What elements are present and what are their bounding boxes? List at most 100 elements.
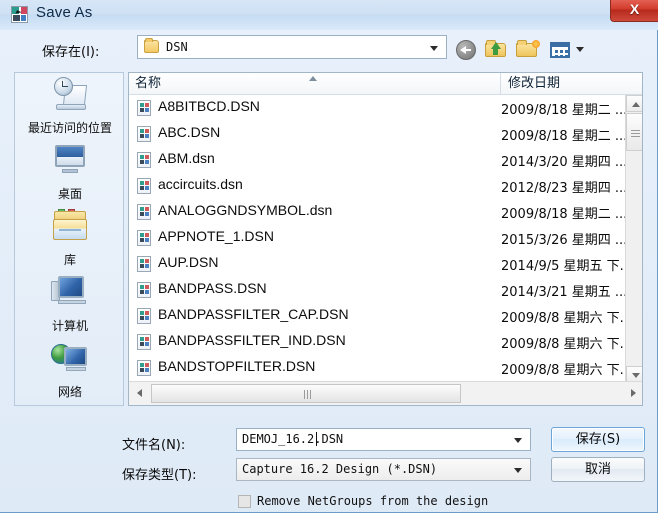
file-date: 2012/8/23 星期四 ... — [501, 181, 627, 196]
save-button[interactable]: 保存(S) — [551, 427, 645, 452]
chevron-up-icon — [632, 102, 640, 107]
sidebar-item-computer[interactable]: 计算机 — [15, 271, 125, 337]
file-date: 2015/3/26 星期四 ... — [501, 233, 627, 248]
sidebar-item-label: 桌面 — [57, 187, 82, 201]
remove-netgroups-label: Remove NetGroups from the design — [257, 494, 489, 508]
file-date: 2014/3/21 星期五 ... — [501, 285, 627, 300]
file-name: BANDPASSFILTER_IND.DSN — [158, 332, 346, 348]
file-type-combobox[interactable]: Capture 16.2 Design (*.DSN) — [236, 458, 531, 481]
table-row[interactable]: ANALOGGNDSYMBOL.dsn 2009/8/18 星期二 ... — [129, 199, 627, 225]
look-in-combobox[interactable]: DSN — [137, 35, 447, 59]
dsn-file-icon — [137, 256, 151, 272]
table-row[interactable]: AUP.DSN 2014/9/5 星期五 下... — [129, 251, 627, 277]
sidebar-item-label: 最近访问的位置 — [27, 121, 112, 135]
file-name: ANALOGGNDSYMBOL.dsn — [158, 202, 333, 218]
computer-icon — [50, 275, 90, 311]
file-name: accircuits.dsn — [158, 176, 243, 192]
sidebar-item-label: 计算机 — [51, 319, 88, 333]
sort-ascending-icon — [309, 76, 317, 81]
file-name-combobox[interactable]: DEMOJ_16.2.DSN — [236, 428, 531, 451]
file-type-value: Capture 16.2 Design (*.DSN) — [242, 462, 438, 476]
file-name: APPNOTE_1.DSN — [158, 228, 274, 244]
chevron-right-icon — [631, 389, 636, 397]
file-list-header: 名称 修改日期 — [129, 73, 642, 95]
folder-icon — [144, 38, 159, 53]
file-date: 2014/9/5 星期五 下... — [501, 259, 627, 274]
file-date: 2014/3/20 星期四 ... — [501, 155, 627, 170]
chevron-down-icon[interactable] — [514, 468, 522, 473]
file-date: 2009/8/8 星期六 下... — [501, 311, 627, 326]
file-name: BANDPASSFILTER_CAP.DSN — [158, 306, 349, 322]
views-dropdown-arrow-icon[interactable] — [576, 47, 584, 52]
desktop-icon — [50, 143, 90, 179]
libraries-icon — [50, 209, 90, 245]
dsn-file-icon — [137, 360, 151, 376]
window-title: Save As — [36, 4, 93, 21]
table-row[interactable]: accircuits.dsn 2012/8/23 星期四 ... — [129, 173, 627, 199]
recent-places-icon — [50, 77, 90, 113]
file-name: BANDPASS.DSN — [158, 280, 267, 296]
table-row[interactable]: BANDPASSFILTER_IND.DSN 2009/8/8 星期六 下... — [129, 329, 627, 355]
chevron-left-icon — [137, 389, 142, 397]
file-name: BANDSTOPFILTER.DSN — [158, 358, 316, 374]
table-row[interactable]: BANDPASS.DSN 2014/3/21 星期五 ... — [129, 277, 627, 303]
sidebar-item-recent-places[interactable]: 最近访问的位置 — [15, 73, 125, 139]
chevron-down-icon[interactable] — [514, 438, 522, 443]
file-name-label: 文件名(N): — [122, 438, 186, 453]
file-date: 2009/8/8 星期六 下... — [501, 337, 627, 352]
views-button[interactable] — [550, 40, 572, 60]
save-as-dialog: Save As X 保存在(I): DSN 最近访问的位置 桌面 库 计算机 网… — [0, 0, 658, 513]
table-row[interactable]: BANDPASSFILTER_CAP.DSN 2009/8/8 星期六 下... — [129, 303, 627, 329]
file-name: AUP.DSN — [158, 254, 219, 270]
dsn-file-icon — [137, 100, 151, 116]
file-name: ABC.DSN — [158, 124, 221, 140]
file-list: 名称 修改日期 A8BITBCD.DSN 2009/8/18 星期二 ... A… — [128, 72, 643, 406]
scroll-up-button[interactable] — [626, 95, 642, 112]
file-name: A8BITBCD.DSN — [158, 98, 260, 114]
app-icon — [11, 6, 28, 23]
horizontal-scroll-thumb[interactable] — [151, 384, 461, 403]
back-button[interactable] — [456, 40, 476, 60]
new-folder-button[interactable] — [516, 40, 540, 60]
chevron-down-icon — [430, 46, 438, 51]
network-icon — [50, 341, 90, 377]
dsn-file-icon — [137, 126, 151, 142]
dsn-file-icon — [137, 282, 151, 298]
look-in-label: 保存在(I): — [42, 45, 100, 60]
file-date: 2009/8/18 星期二 ... — [501, 103, 627, 118]
close-button[interactable]: X — [610, 0, 658, 22]
table-row[interactable]: ABC.DSN 2009/8/18 星期二 ... — [129, 121, 627, 147]
dsn-file-icon — [137, 308, 151, 324]
scroll-right-button[interactable] — [625, 384, 642, 403]
table-row[interactable]: BANDSTOPFILTER.DSN 2009/8/8 星期六 下... — [129, 355, 627, 381]
table-row[interactable]: ABM.dsn 2014/3/20 星期四 ... — [129, 147, 627, 173]
cancel-button[interactable]: 取消 — [551, 457, 645, 482]
column-header-date[interactable]: 修改日期 — [500, 73, 630, 95]
vertical-scroll-thumb[interactable] — [626, 113, 642, 151]
remove-netgroups-checkbox[interactable] — [238, 495, 251, 508]
dsn-file-icon — [137, 230, 151, 246]
file-name: ABM.dsn — [158, 150, 215, 166]
sidebar-item-network[interactable]: 网络 — [15, 337, 125, 403]
text-caret — [316, 432, 317, 446]
sidebar-item-label: 库 — [63, 253, 76, 267]
file-list-vertical-scrollbar[interactable] — [625, 95, 642, 383]
dsn-file-icon — [137, 178, 151, 194]
title-bar: Save As X — [0, 0, 658, 30]
table-row[interactable]: A8BITBCD.DSN 2009/8/18 星期二 ... — [129, 95, 627, 121]
sidebar-item-libraries[interactable]: 库 — [15, 205, 125, 271]
table-row[interactable]: APPNOTE_1.DSN 2015/3/26 星期四 ... — [129, 225, 627, 251]
sidebar-item-label: 网络 — [57, 385, 82, 399]
file-list-body[interactable]: A8BITBCD.DSN 2009/8/18 星期二 ... ABC.DSN 2… — [129, 95, 627, 383]
dsn-file-icon — [137, 152, 151, 168]
dsn-file-icon — [137, 204, 151, 220]
file-date: 2009/8/18 星期二 ... — [501, 129, 627, 144]
sidebar-item-desktop[interactable]: 桌面 — [15, 139, 125, 205]
look-in-value: DSN — [166, 40, 188, 54]
up-one-level-button[interactable] — [485, 40, 507, 60]
views-icon — [550, 42, 570, 58]
file-name-input[interactable]: DEMOJ_16.2.DSN — [242, 432, 343, 446]
chevron-down-icon — [632, 373, 640, 378]
scroll-left-button[interactable] — [131, 384, 148, 403]
file-list-horizontal-scrollbar[interactable] — [129, 381, 642, 405]
